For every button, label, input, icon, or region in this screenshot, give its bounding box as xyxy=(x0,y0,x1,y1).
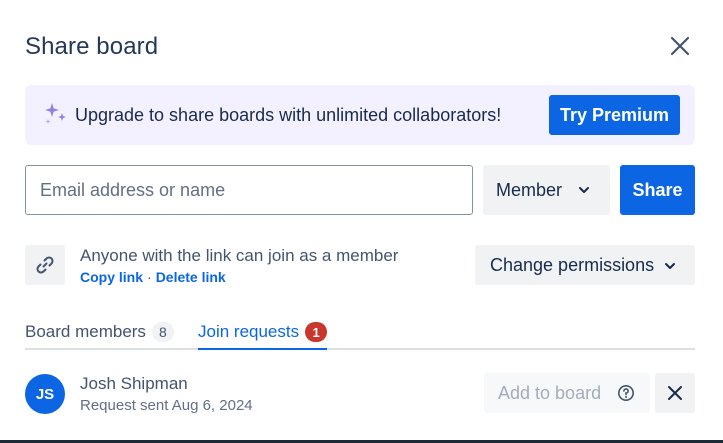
tab-join-requests[interactable]: Join requests 1 xyxy=(198,320,328,350)
chevron-down-icon xyxy=(665,263,675,269)
link-icon-container xyxy=(25,245,65,285)
delete-link[interactable]: Delete link xyxy=(156,269,226,285)
request-count-badge: 1 xyxy=(305,322,328,342)
link-icon xyxy=(36,256,54,274)
link-access-description: Anyone with the link can join as a membe… xyxy=(80,246,399,265)
close-icon xyxy=(668,386,682,400)
role-select[interactable]: Member xyxy=(483,165,610,215)
request-status: Request sent Aug 6, 2024 xyxy=(80,397,253,414)
close-button[interactable] xyxy=(664,30,696,62)
upgrade-banner: Upgrade to share boards with unlimited c… xyxy=(25,85,695,145)
help-circle-icon[interactable] xyxy=(617,384,635,402)
member-count-badge: 8 xyxy=(151,322,174,342)
dialog-title: Share board xyxy=(25,33,159,60)
link-actions-separator: · xyxy=(147,269,152,285)
add-to-board-button[interactable]: Add to board xyxy=(484,373,650,413)
email-or-name-input[interactable] xyxy=(25,165,473,215)
role-select-value: Member xyxy=(496,179,563,200)
copy-link[interactable]: Copy link xyxy=(80,269,143,285)
avatar: JS xyxy=(25,374,65,414)
upgrade-message: Upgrade to share boards with unlimited c… xyxy=(75,105,502,125)
sparkle-icon xyxy=(45,103,66,124)
decline-request-button[interactable] xyxy=(655,373,695,413)
change-permissions-button[interactable]: Change permissions xyxy=(475,245,695,285)
tab-label: Join requests xyxy=(198,322,300,341)
chevron-down-icon xyxy=(579,187,589,193)
close-icon xyxy=(670,36,690,56)
tab-label: Board members xyxy=(25,322,146,341)
requester-name: Josh Shipman xyxy=(80,374,188,393)
share-button[interactable]: Share xyxy=(620,165,695,215)
try-premium-button[interactable]: Try Premium xyxy=(549,95,680,135)
tab-board-members[interactable]: Board members 8 xyxy=(25,322,174,342)
share-board-dialog: Share board Upgrade to share boards with… xyxy=(0,0,723,443)
change-permissions-label: Change permissions xyxy=(490,254,655,275)
tabs-divider xyxy=(25,348,695,350)
add-to-board-label: Add to board xyxy=(498,382,602,403)
link-actions: Copy link · Delete link xyxy=(80,269,226,285)
